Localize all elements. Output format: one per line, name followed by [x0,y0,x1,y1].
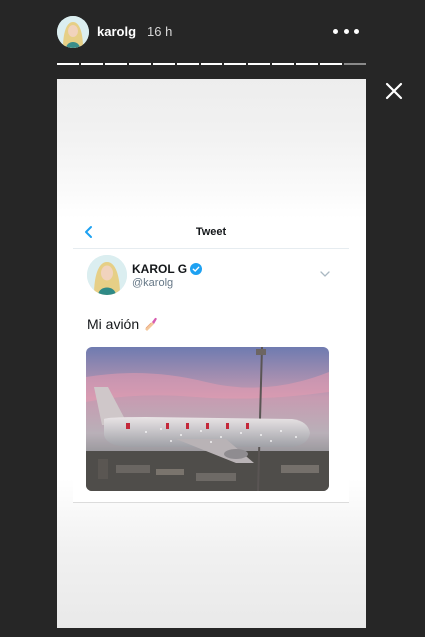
tweet-author-name-text: KAROL G [132,262,188,276]
story-timestamp: 16 h [147,24,173,39]
progress-segment [200,63,223,65]
nail-polish-emoji [145,317,157,331]
story-username[interactable]: karolg [97,24,136,39]
tweet-text-content: Mi avión [87,316,140,332]
progress-segment [320,63,343,65]
story-content[interactable]: Tweet KAROL G @karolg Mi avión [57,79,366,628]
progress-segment [128,63,151,65]
progress-segment [80,63,103,65]
tweet-author-name[interactable]: KAROL G [132,262,203,276]
tweet-avatar[interactable] [87,255,127,295]
tweet-image-airplane[interactable] [86,347,329,491]
close-icon[interactable] [382,79,406,103]
progress-segment [176,63,199,65]
progress-segment [296,63,319,65]
progress-segment [248,63,271,65]
story-avatar[interactable] [57,16,89,48]
tweet-author-handle[interactable]: @karolg [132,277,173,289]
chevron-down-icon[interactable] [320,265,330,277]
tweet-divider [73,502,349,503]
tweet-header: Tweet [73,217,349,249]
progress-segment [344,63,366,65]
more-options-icon[interactable] [333,29,359,35]
progress-segment [272,63,295,65]
story-header: karolg 16 h [0,0,425,62]
tweet-text: Mi avión [87,316,158,332]
tweet-screenshot: Tweet KAROL G @karolg Mi avión [73,217,349,502]
verified-badge-icon [190,263,203,275]
tweet-header-title: Tweet [195,226,227,238]
progress-segment [104,63,127,65]
story-progress-bar [57,63,366,65]
progress-segment [57,63,79,65]
progress-segment [224,63,247,65]
progress-segment [152,63,175,65]
